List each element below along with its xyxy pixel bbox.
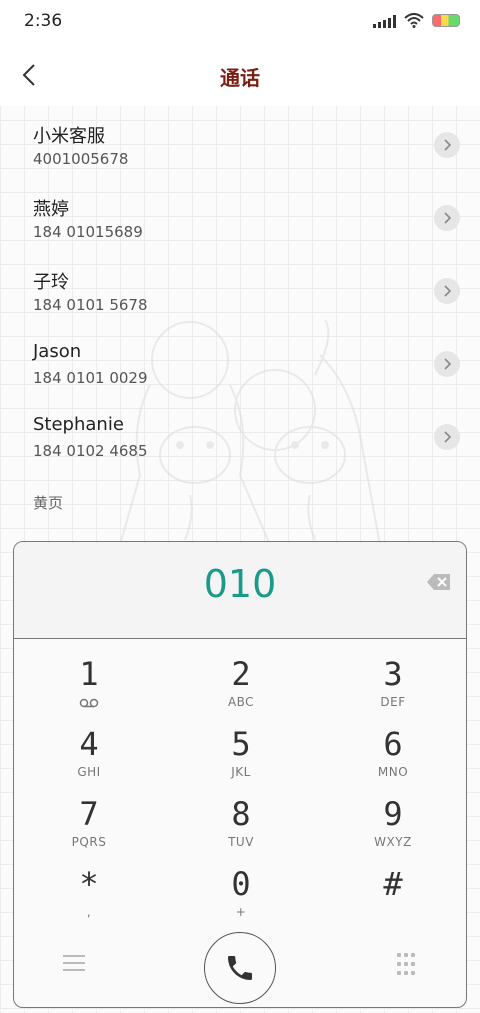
menu-button[interactable] — [63, 955, 85, 973]
key-digit: 4 — [79, 725, 99, 763]
phone-icon — [228, 956, 252, 980]
key-2[interactable]: 2 ABC — [166, 655, 316, 725]
status-bar: 2:36 — [0, 0, 480, 44]
contact-item[interactable]: 子玲 184 0101 5678 — [0, 256, 480, 329]
contact-number: 184 0101 5678 — [33, 296, 148, 314]
chevron-right-icon — [444, 139, 451, 151]
contact-name: Jason — [33, 341, 82, 362]
chevron-right-icon — [444, 431, 451, 443]
contact-detail-button[interactable] — [434, 351, 460, 377]
key-0[interactable]: 0 + — [166, 865, 316, 935]
keypad-icon — [397, 953, 401, 957]
wifi-icon — [404, 13, 424, 28]
call-button[interactable] — [204, 932, 276, 1004]
key-6[interactable]: 6 MNO — [318, 725, 466, 795]
contact-item[interactable]: 燕婷 184 01015689 — [0, 183, 480, 256]
contact-name: 燕婷 — [33, 199, 69, 220]
status-icons — [373, 13, 460, 28]
key-digit: 1 — [79, 655, 99, 693]
dial-display: 010 — [14, 542, 466, 639]
key-digit: 3 — [383, 655, 403, 693]
key-8[interactable]: 8 TUV — [166, 795, 316, 865]
key-digit: 5 — [231, 725, 251, 763]
key-1[interactable]: 1 — [14, 655, 164, 725]
key-digit: 9 — [383, 795, 403, 833]
key-5[interactable]: 5 JKL — [166, 725, 316, 795]
dialed-number: 010 — [203, 562, 277, 606]
contact-number: 4001005678 — [33, 150, 129, 168]
contact-number: 184 01015689 — [33, 223, 143, 241]
contact-name: 小米客服 — [33, 126, 105, 147]
voicemail-icon — [79, 698, 99, 708]
key-letters: JKL — [231, 765, 251, 779]
contact-detail-button[interactable] — [434, 205, 460, 231]
key-digit: 0 — [231, 865, 251, 903]
contact-number: 184 0102 4685 — [33, 442, 148, 460]
key-7[interactable]: 7 PQRS — [14, 795, 164, 865]
menu-icon — [63, 955, 85, 957]
key-digit: 2 — [231, 655, 251, 693]
chevron-right-icon — [444, 358, 451, 370]
status-time: 2:36 — [24, 11, 63, 31]
key-digit: 6 — [383, 725, 403, 763]
contact-detail-button[interactable] — [434, 278, 460, 304]
page-title: 通话 — [220, 66, 260, 90]
contact-name: 子玲 — [33, 272, 69, 293]
chevron-right-icon — [444, 285, 451, 297]
key-3[interactable]: 3 DEF — [318, 655, 466, 725]
key-letters: , — [86, 905, 92, 919]
dialer-panel: 010 1 2 ABC 3 DEF 4 GHI 5 JKL 6 MNO 7 PQ… — [13, 541, 467, 1008]
contact-detail-button[interactable] — [434, 132, 460, 158]
battery-icon — [432, 14, 460, 27]
key-letters: ABC — [227, 695, 255, 709]
contact-item[interactable]: 小米客服 4001005678 — [0, 110, 480, 183]
key-hash[interactable]: # — [318, 865, 466, 935]
contact-item[interactable]: Jason 184 0101 0029 — [0, 329, 480, 402]
contact-list: 小米客服 4001005678 燕婷 184 01015689 子玲 184 0… — [0, 110, 480, 475]
header: 通话 — [0, 44, 480, 106]
key-letters: PQRS — [71, 835, 107, 849]
key-digit: 7 — [79, 795, 99, 833]
key-digit: * — [79, 865, 99, 903]
key-letters: TUV — [228, 835, 254, 849]
key-digit: 8 — [231, 795, 251, 833]
key-9[interactable]: 9 WXYZ — [318, 795, 466, 865]
keypad-toggle-button[interactable] — [397, 953, 417, 977]
section-header-yellow-pages: 黄页 — [33, 494, 64, 512]
backspace-icon[interactable] — [426, 572, 452, 592]
key-digit: # — [383, 865, 403, 903]
key-letters: GHI — [77, 765, 101, 779]
key-letters: + — [235, 905, 247, 919]
contact-number: 184 0101 0029 — [33, 369, 148, 387]
dialer-bottom-bar — [14, 927, 466, 1007]
key-star[interactable]: * , — [14, 865, 164, 935]
chevron-right-icon — [444, 212, 451, 224]
key-4[interactable]: 4 GHI — [14, 725, 164, 795]
key-letters: DEF — [380, 695, 406, 709]
contact-name: Stephanie — [33, 414, 124, 435]
contact-item[interactable]: Stephanie 184 0102 4685 — [0, 402, 480, 475]
signal-icon — [373, 14, 396, 28]
key-letters: MNO — [377, 765, 409, 779]
key-letters: WXYZ — [374, 835, 412, 849]
contact-detail-button[interactable] — [434, 424, 460, 450]
